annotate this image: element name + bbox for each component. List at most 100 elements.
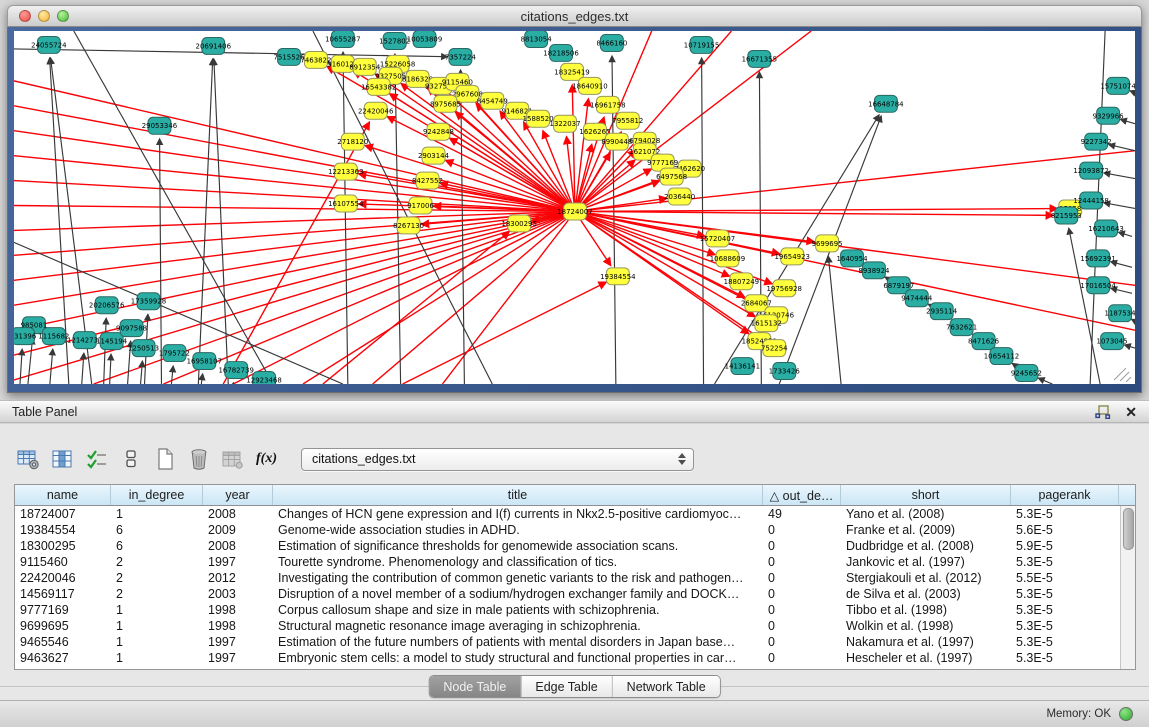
minimize-window-button[interactable]	[38, 10, 50, 22]
memory-status-indicator[interactable]	[1119, 707, 1133, 721]
column-header-title[interactable]: title	[273, 485, 763, 505]
tab-node-table[interactable]: Node Table	[429, 676, 521, 697]
table-row[interactable]: 977716911998Corpus callosum shape and si…	[15, 602, 1135, 618]
table-cell: 0	[763, 522, 841, 538]
graph-edge[interactable]	[171, 366, 173, 384]
new-document-icon[interactable]	[152, 447, 177, 472]
column-header-pagerank[interactable]: pagerank	[1011, 485, 1119, 505]
vertical-scrollbar[interactable]	[1120, 506, 1135, 669]
graph-node-label: 1626265	[579, 128, 610, 136]
graph-node-label: 752254	[761, 345, 788, 353]
graph-edge[interactable]	[198, 59, 212, 384]
select-rows-icon[interactable]	[84, 447, 109, 472]
graph-edge[interactable]	[702, 58, 704, 384]
table-cell: 9699695	[15, 618, 111, 634]
graph-edge[interactable]	[14, 211, 575, 305]
table-cell: 18724007	[15, 506, 111, 522]
table-cell: Corpus callosum shape and size in male p…	[273, 602, 763, 618]
graph-edge[interactable]	[1038, 378, 1052, 384]
table-cell: 0	[763, 538, 841, 554]
graph-node-label: 16958107	[187, 358, 222, 366]
float-panel-icon[interactable]	[1095, 405, 1111, 419]
graph-edge[interactable]	[110, 354, 111, 384]
close-panel-icon[interactable]: ✕	[1125, 405, 1137, 419]
graph-node-label: 15751074	[1100, 82, 1135, 90]
graph-edge[interactable]	[1131, 319, 1135, 321]
graph-node-label: 10719155	[684, 41, 719, 49]
table-cell: 1	[111, 650, 203, 666]
graph-node-label: 9474444	[901, 295, 933, 303]
column-header-short[interactable]: short	[841, 485, 1011, 505]
graph-node-label: 14136141	[725, 363, 760, 371]
graph-edge[interactable]	[575, 211, 1053, 215]
column-header-in_degree[interactable]: in_degree	[111, 485, 203, 505]
table-cell: 1998	[203, 602, 273, 618]
zoom-window-button[interactable]	[57, 10, 69, 22]
scrollbar-thumb[interactable]	[1123, 508, 1134, 550]
table-settings-icon[interactable]	[16, 447, 41, 472]
graph-edge[interactable]	[343, 52, 348, 384]
table-row[interactable]: 1456911722003Disruption of a novel membe…	[15, 586, 1135, 602]
tab-edge-table[interactable]: Edge Table	[521, 676, 612, 697]
table-cell: 5.3E-5	[1011, 506, 1119, 522]
table-row[interactable]: 969969511998Structural magnetic resonanc…	[15, 618, 1135, 634]
delete-table-icon[interactable]	[186, 447, 211, 472]
graph-edge[interactable]	[160, 139, 162, 384]
table-cell: 1	[111, 506, 203, 522]
graph-node-label: 1795722	[159, 350, 190, 358]
graph-edge[interactable]	[828, 256, 841, 384]
table-cell: 9463627	[15, 650, 111, 666]
function-builder-icon[interactable]: f(x)	[254, 447, 279, 472]
stacked-rows-icon[interactable]	[118, 447, 143, 472]
graph-node-label: 10688609	[710, 255, 745, 263]
table-column-icon[interactable]	[50, 447, 75, 472]
column-header-out_de[interactable]: △ out_de…	[763, 485, 841, 505]
graph-edge[interactable]	[141, 361, 143, 384]
graph-node-label: 16648784	[868, 100, 904, 108]
column-header-name[interactable]: name	[15, 485, 111, 505]
graph-node-label: 12444158	[1073, 197, 1108, 205]
graph-edge[interactable]	[1109, 145, 1135, 151]
graph-edge[interactable]	[201, 374, 202, 384]
table-cell: 2003	[203, 586, 273, 602]
table-cell: 2009	[203, 522, 273, 538]
graph-edge[interactable]	[303, 211, 575, 384]
graph-node-label: 7955812	[612, 117, 643, 125]
table-panel-body: f(x) citations_edges.txt namein_degreeye…	[0, 424, 1149, 700]
table-toolbar: f(x) citations_edges.txt	[16, 445, 694, 473]
table-cell: 1997	[203, 634, 273, 650]
graph-node-label: 10655287	[325, 35, 360, 43]
close-window-button[interactable]	[19, 10, 31, 22]
graph-edge[interactable]	[1130, 91, 1135, 93]
graph-edge[interactable]	[14, 211, 575, 230]
graph-edge[interactable]	[20, 349, 22, 384]
graph-node-label: 9097588	[116, 325, 147, 333]
table-row[interactable]: 1830029562008Estimation of significance …	[15, 538, 1135, 554]
graph-edge[interactable]	[14, 156, 575, 212]
graph-edge[interactable]	[575, 209, 1057, 212]
table-cell: Stergiakouli et al. (2012)	[841, 570, 1011, 586]
graph-edge[interactable]	[50, 349, 53, 384]
table-row[interactable]: 1872400712008Changes of HCN gene express…	[15, 506, 1135, 522]
table-row[interactable]: 946362711997Embryonic stem cells: a mode…	[15, 650, 1135, 666]
table-row[interactable]: 911546021997Tourette syndrome. Phenomeno…	[15, 554, 1135, 570]
graph-node-label: 29053346	[142, 122, 177, 130]
table-row[interactable]: 946554611997Estimation of the future num…	[15, 634, 1135, 650]
graph-node-label: 16543382	[361, 83, 396, 91]
table-cell: 1	[111, 618, 203, 634]
graph-edge[interactable]	[575, 31, 731, 211]
graph-edge[interactable]	[14, 131, 575, 212]
table-selector-dropdown[interactable]: citations_edges.txt	[301, 448, 694, 471]
graph-edge[interactable]	[214, 59, 228, 384]
graph-edge[interactable]	[82, 353, 84, 384]
table-row[interactable]: 2242004622012Investigating the contribut…	[15, 570, 1135, 586]
graph-edge[interactable]	[14, 211, 575, 380]
graph-edge[interactable]	[14, 242, 343, 384]
column-header-year[interactable]: year	[203, 485, 273, 505]
network-canvas[interactable]: 2405572420691406106552871527802100538097…	[14, 31, 1135, 384]
graph-edge[interactable]	[104, 318, 106, 384]
table-cell: 0	[763, 570, 841, 586]
canvas-resize-grip	[1114, 368, 1126, 380]
tab-network-table[interactable]: Network Table	[613, 676, 720, 697]
table-row[interactable]: 1938455462009Genome-wide association stu…	[15, 522, 1135, 538]
